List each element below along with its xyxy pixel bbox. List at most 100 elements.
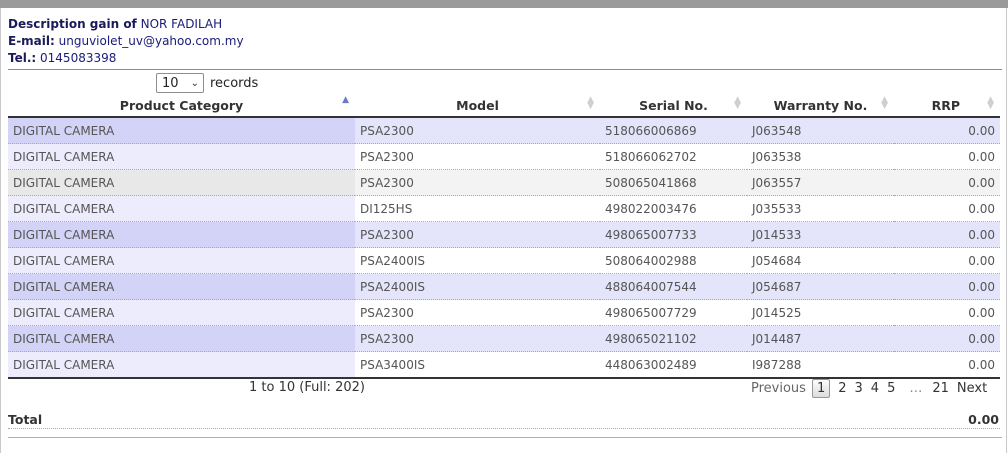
table-body: DIGITAL CAMERA PSA2300 518066006869 J063548… bbox=[8, 117, 1000, 379]
frame-right-border bbox=[1006, 8, 1007, 453]
table-row[interactable]: DIGITAL CAMERA PSA2300 508065041868 J063557… bbox=[8, 169, 1000, 196]
records-per-page-value: 10 bbox=[162, 75, 179, 91]
rrp-cell: 0.00 bbox=[894, 351, 1000, 379]
sort-ascending-icon: ▲ bbox=[342, 95, 349, 105]
email-line: E-mail: unguviolet_uv@yahoo.com.my bbox=[8, 33, 244, 50]
top-bar bbox=[0, 0, 1008, 8]
product-category-cell: DIGITAL CAMERA bbox=[8, 195, 355, 222]
tel-label: Tel.: bbox=[8, 51, 37, 65]
next-page-button[interactable]: Next bbox=[957, 381, 987, 396]
records-control: 10 ⌄ records bbox=[156, 73, 258, 93]
column-header-rrp[interactable]: RRP ▲ ▼ bbox=[894, 95, 1000, 118]
product-category-cell: DIGITAL CAMERA bbox=[8, 143, 355, 170]
rrp-cell: 0.00 bbox=[894, 169, 1000, 196]
email-label: E-mail: bbox=[8, 34, 55, 48]
warranty-no-cell: J035533 bbox=[747, 195, 894, 222]
warranty-no-cell: J014487 bbox=[747, 325, 894, 352]
product-category-cell: DIGITAL CAMERA bbox=[8, 169, 355, 196]
table-row[interactable]: DIGITAL CAMERA PSA2300 518066062702 J063538… bbox=[8, 143, 1000, 170]
total-value: 0.00 bbox=[968, 412, 999, 427]
rrp-cell: 0.00 bbox=[894, 221, 1000, 248]
product-category-cell: DIGITAL CAMERA bbox=[8, 325, 355, 352]
sort-both-icon: ▲ ▼ bbox=[587, 95, 594, 111]
serial-no-cell: 518066062702 bbox=[600, 143, 747, 170]
warranty-no-cell: J063538 bbox=[747, 143, 894, 170]
pagination: Previous 1 2 3 4 5 … 21 Next bbox=[751, 379, 987, 398]
rrp-cell: 0.00 bbox=[894, 247, 1000, 274]
column-header-warranty-no[interactable]: Warranty No. ▲ ▼ bbox=[747, 95, 894, 118]
page-button[interactable]: 4 bbox=[871, 381, 879, 396]
table-row[interactable]: DIGITAL CAMERA PSA2300 498065007733 J014533… bbox=[8, 221, 1000, 248]
serial-no-cell: 508065041868 bbox=[600, 169, 747, 196]
product-category-cell: DIGITAL CAMERA bbox=[8, 299, 355, 326]
model-cell: PSA3400IS bbox=[355, 351, 600, 379]
customer-info: Description gain of NOR FADILAH E-mail: … bbox=[8, 16, 244, 67]
product-category-cell: DIGITAL CAMERA bbox=[8, 273, 355, 300]
page-button[interactable]: 5 bbox=[887, 381, 895, 396]
model-cell: PSA2300 bbox=[355, 325, 600, 352]
model-cell: PSA2300 bbox=[355, 117, 600, 144]
serial-no-cell: 488064007544 bbox=[600, 273, 747, 300]
rrp-cell: 0.00 bbox=[894, 273, 1000, 300]
warranty-no-cell: I987288 bbox=[747, 351, 894, 379]
tel-line: Tel.: 0145083398 bbox=[8, 50, 244, 67]
frame-left-border bbox=[0, 8, 1, 453]
table-row[interactable]: DIGITAL CAMERA PSA2300 498065021102 J014487… bbox=[8, 325, 1000, 352]
serial-no-cell: 508064002988 bbox=[600, 247, 747, 274]
table-header-row: Product Category ▲ Model ▲ ▼ Serial No. ▲… bbox=[8, 95, 1000, 118]
product-category-cell: DIGITAL CAMERA bbox=[8, 247, 355, 274]
footer-separator bbox=[8, 437, 1002, 438]
sort-both-icon: ▲ ▼ bbox=[987, 95, 994, 111]
header-separator bbox=[8, 69, 1002, 70]
total-label: Total bbox=[8, 412, 43, 427]
model-cell: PSA2400IS bbox=[355, 247, 600, 274]
description-label: Description gain of bbox=[8, 17, 137, 31]
customer-name: NOR FADILAH bbox=[140, 17, 223, 31]
model-cell: PSA2300 bbox=[355, 221, 600, 248]
page-button-last[interactable]: 21 bbox=[932, 381, 949, 396]
product-category-cell: DIGITAL CAMERA bbox=[8, 117, 355, 144]
warranty-no-cell: J014533 bbox=[747, 221, 894, 248]
warranty-no-cell: J054687 bbox=[747, 273, 894, 300]
page-button[interactable]: 2 bbox=[838, 381, 846, 396]
product-category-cell: DIGITAL CAMERA bbox=[8, 351, 355, 379]
model-cell: PSA2400IS bbox=[355, 273, 600, 300]
rrp-cell: 0.00 bbox=[894, 117, 1000, 144]
warranty-table: Product Category ▲ Model ▲ ▼ Serial No. ▲… bbox=[8, 95, 1000, 379]
column-header-product-category[interactable]: Product Category ▲ bbox=[8, 95, 355, 118]
pagination-ellipsis: … bbox=[909, 381, 923, 396]
model-cell: DI125HS bbox=[355, 195, 600, 222]
page-button[interactable]: 3 bbox=[855, 381, 863, 396]
model-cell: PSA2300 bbox=[355, 143, 600, 170]
column-header-serial-no[interactable]: Serial No. ▲ ▼ bbox=[600, 95, 747, 118]
model-cell: PSA2300 bbox=[355, 169, 600, 196]
chevron-down-icon: ⌄ bbox=[190, 77, 199, 89]
previous-page-button[interactable]: Previous bbox=[751, 381, 806, 396]
customer-email: unguviolet_uv@yahoo.com.my bbox=[58, 34, 244, 48]
table-row[interactable]: DIGITAL CAMERA PSA2400IS 508064002988 J0546… bbox=[8, 247, 1000, 274]
table-row[interactable]: DIGITAL CAMERA PSA2300 518066006869 J063548… bbox=[8, 117, 1000, 144]
serial-no-cell: 498065021102 bbox=[600, 325, 747, 352]
rrp-cell: 0.00 bbox=[894, 195, 1000, 222]
warranty-no-cell: J014525 bbox=[747, 299, 894, 326]
records-label: records bbox=[210, 75, 259, 91]
sort-both-icon: ▲ ▼ bbox=[881, 95, 888, 111]
pagination-info: 1 to 10 (Full: 202) bbox=[249, 380, 365, 395]
rrp-cell: 0.00 bbox=[894, 299, 1000, 326]
page-button-current[interactable]: 1 bbox=[811, 379, 831, 398]
column-header-model[interactable]: Model ▲ ▼ bbox=[355, 95, 600, 118]
serial-no-cell: 448063002489 bbox=[600, 351, 747, 379]
warranty-no-cell: J063548 bbox=[747, 117, 894, 144]
table-row[interactable]: DIGITAL CAMERA PSA2400IS 488064007544 J0546… bbox=[8, 273, 1000, 300]
product-category-cell: DIGITAL CAMERA bbox=[8, 221, 355, 248]
table-row[interactable]: DIGITAL CAMERA PSA2300 498065007729 J014525… bbox=[8, 299, 1000, 326]
records-per-page-select[interactable]: 10 ⌄ bbox=[156, 73, 204, 93]
sort-both-icon: ▲ ▼ bbox=[734, 95, 741, 111]
warranty-no-cell: J054684 bbox=[747, 247, 894, 274]
table-row[interactable]: DIGITAL CAMERA DI125HS 498022003476 J035533… bbox=[8, 195, 1000, 222]
table-row[interactable]: DIGITAL CAMERA PSA3400IS 448063002489 I9872… bbox=[8, 351, 1000, 379]
serial-no-cell: 518066006869 bbox=[600, 117, 747, 144]
serial-no-cell: 498022003476 bbox=[600, 195, 747, 222]
serial-no-cell: 498065007729 bbox=[600, 299, 747, 326]
serial-no-cell: 498065007733 bbox=[600, 221, 747, 248]
